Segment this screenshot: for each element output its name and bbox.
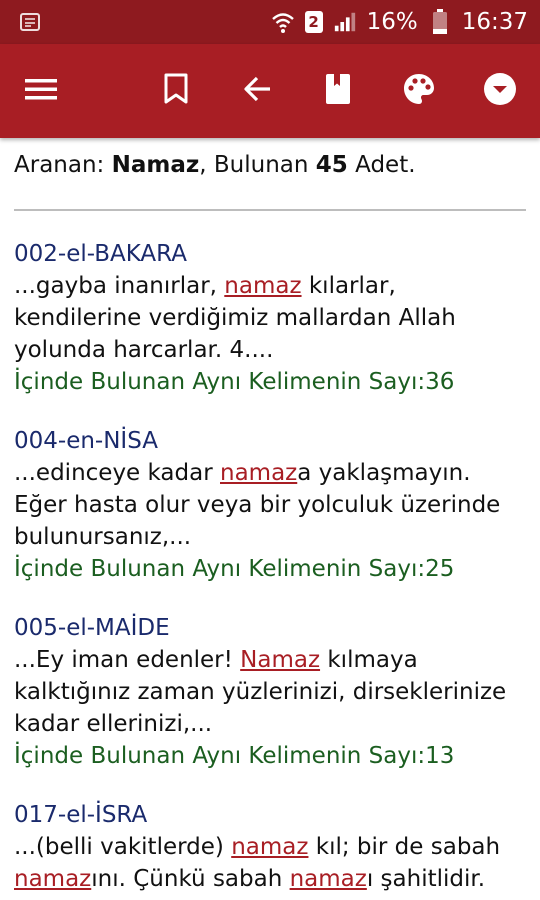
status-bar: 2 16% 16:37 [0,0,540,44]
palette-icon [402,72,436,110]
search-results-page: Aranan: Namaz, Bulunan 45 Adet. 002-el-B… [0,138,540,900]
back-button[interactable] [233,67,281,115]
result-item[interactable]: 002-el-BAKARA ...gayba inanırlar, namaz k… [14,238,530,398]
bookmark-button[interactable] [152,67,200,115]
sim-badge: 2 [304,11,323,33]
divider [14,209,526,211]
palette-button[interactable] [395,67,443,115]
search-summary: Aranan: Namaz, Bulunan 45 Adet. [14,152,416,178]
notification-icon [18,10,42,34]
menu-icon [25,77,57,105]
snippet-text: kıl; bir de sabah [308,834,501,860]
back-arrow-icon [242,75,272,107]
snippet-text: ını. Çünkü sabah [91,866,290,892]
result-title: 002-el-BAKARA [14,241,187,267]
book-button[interactable] [314,67,362,115]
dropdown-button[interactable] [476,67,524,115]
highlighted-term: Namaz [240,647,321,673]
highlighted-term: namaz [231,834,309,860]
snippet-text: ...edinceye kadar [14,460,220,486]
searched-label: Aranan: [14,152,105,178]
result-item[interactable]: 005-el-MAİDE ...Ey iman edenler! Namaz kı… [14,612,530,772]
dropdown-icon [483,72,517,110]
result-snippet: ...gayba inanırlar, namaz kılarlar, kend… [14,270,530,366]
snippet-text: ...(belli vakitlerde) [14,834,232,860]
snippet-text: ı şahitlidir. [366,866,486,892]
highlighted-term: namaz [220,460,298,486]
result-snippet: ...edinceye kadar namaza yaklaşmayın. Eğ… [14,457,530,553]
search-term: Namaz [111,152,200,178]
result-title: 004-en-NİSA [14,428,158,454]
result-snippet: ...(belli vakitlerde) namaz kıl; bir de … [14,831,530,895]
menu-button[interactable] [17,67,65,115]
bookmark-icon [163,73,189,109]
snippet-text: ...Ey iman edenler! [14,647,241,673]
highlighted-term: namaz [224,273,302,299]
highlighted-term: namaz [14,866,92,892]
result-item[interactable]: 017-el-İSRA ...(belli vakitlerde) namaz k… [14,799,530,895]
results-list: 002-el-BAKARA ...gayba inanırlar, namaz k… [14,238,530,900]
wifi-icon [271,10,295,34]
book-icon [325,73,351,109]
signal-icon [333,10,357,34]
snippet-text: ...gayba inanırlar, [14,273,225,299]
found-count: 45 [315,152,348,178]
battery-icon [428,9,452,34]
app-toolbar [0,44,540,138]
result-snippet: ...Ey iman edenler! Namaz kılmaya kalktı… [14,644,530,740]
result-word-count: İçinde Bulunan Aynı Kelimenin Sayı:25 [14,556,455,582]
clock: 16:37 [461,9,528,35]
result-word-count: İçinde Bulunan Aynı Kelimenin Sayı:13 [14,743,455,769]
result-title: 017-el-İSRA [14,802,148,828]
result-word-count: İçinde Bulunan Aynı Kelimenin Sayı:36 [14,369,455,395]
found-unit: Adet. [355,152,416,178]
result-item[interactable]: 004-en-NİSA ...edinceye kadar namaza yakl… [14,425,530,585]
found-label: , Bulunan [199,152,309,178]
battery-percent: 16% [366,9,418,35]
highlighted-term: namaz [289,866,367,892]
result-title: 005-el-MAİDE [14,615,170,641]
